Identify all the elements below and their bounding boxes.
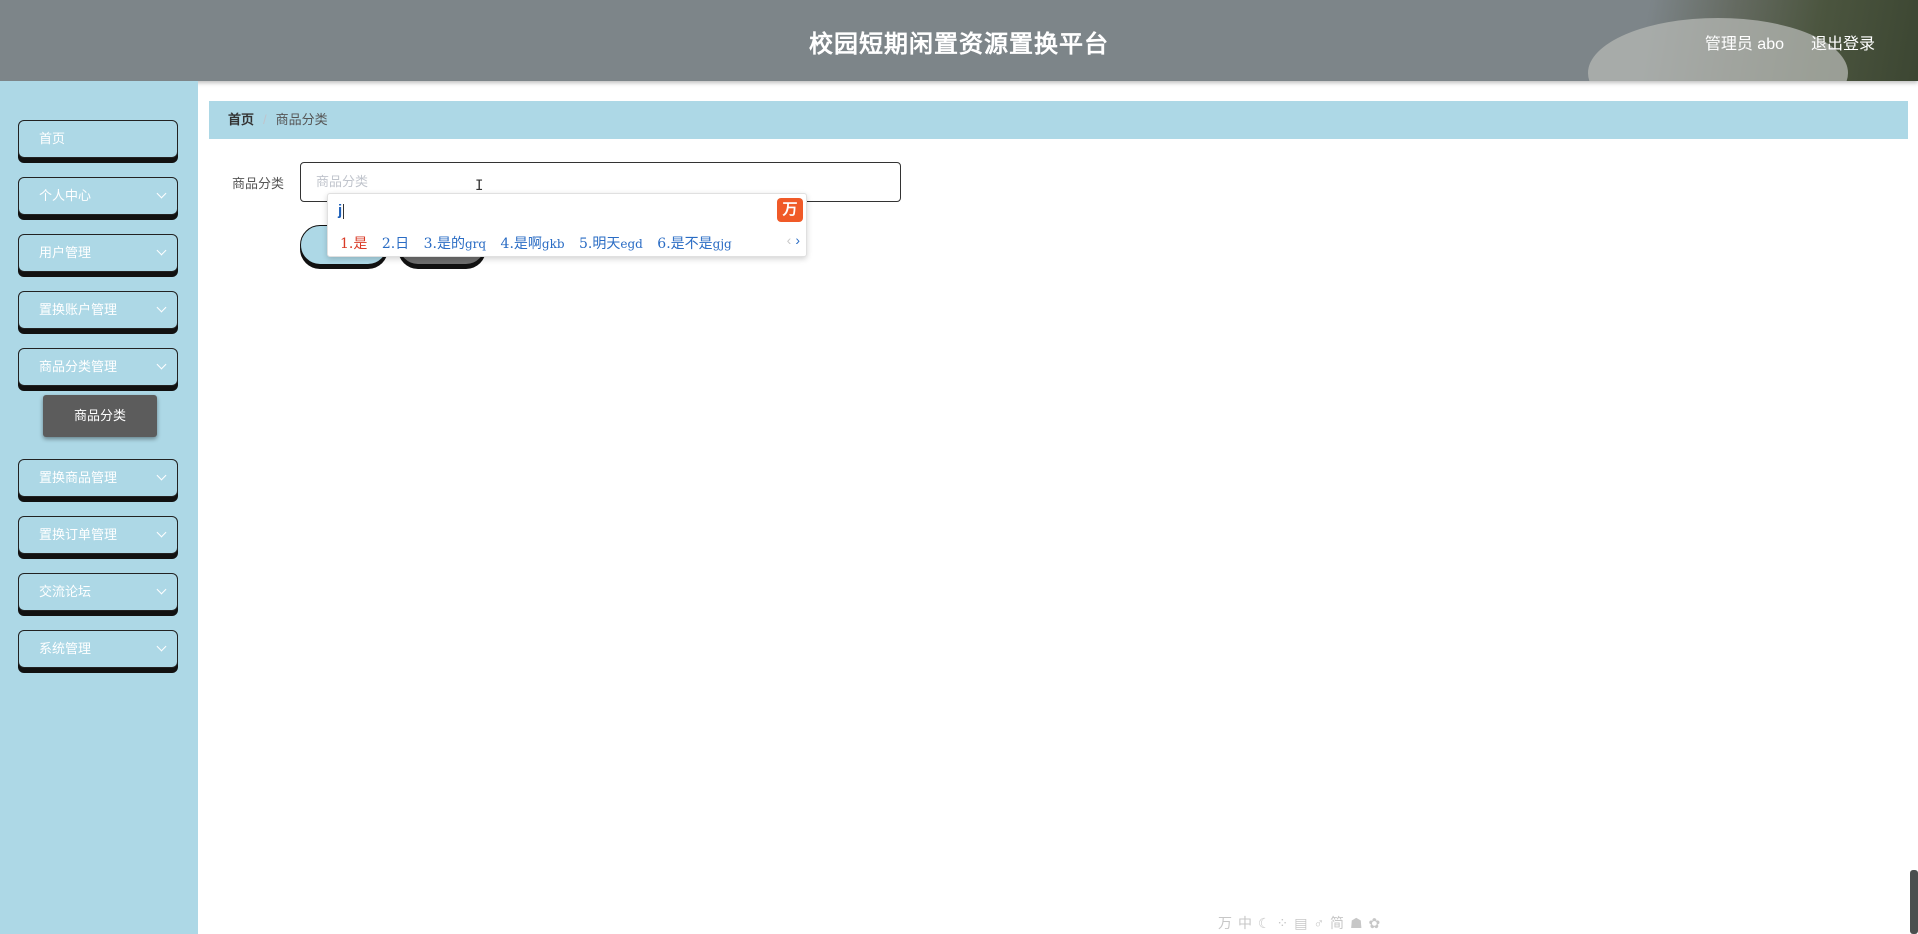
chevron-down-icon (156, 245, 167, 256)
sidebar-item-exchange-order-management[interactable]: 置换订单管理 (18, 516, 178, 554)
ime-candidate[interactable]: 3.是的grq (424, 236, 486, 252)
breadcrumb-home-link[interactable]: 首页 (228, 112, 254, 127)
sidebar-item-label: 置换账户管理 (39, 302, 118, 317)
chevron-down-icon (156, 641, 167, 652)
sidebar-item-home[interactable]: 首页 (18, 120, 178, 158)
sidebar-item-category-management[interactable]: 商品分类管理 (18, 348, 178, 386)
sidebar-item-system-management[interactable]: 系统管理 (18, 630, 178, 668)
ime-candidate[interactable]: 4.是啊gkb (501, 236, 565, 252)
sidebar-item-label: 置换订单管理 (39, 527, 118, 542)
chevron-down-icon (156, 302, 167, 313)
sidebar-item-user-management[interactable]: 用户管理 (18, 234, 178, 272)
sidebar-item-personal-center[interactable]: 个人中心 (18, 177, 178, 215)
breadcrumb-separator: / (263, 112, 267, 127)
sidebar-item-label: 个人中心 (39, 188, 92, 203)
ime-candidate-popup: j 万 1.是 2.日 3.是的grq 4.是啊gkb 5.明天egd 6.是不… (327, 193, 807, 257)
top-header: 校园短期闲置资源置换平台 管理员 abo 退出登录 (0, 0, 1918, 81)
text-cursor-icon: I (475, 178, 484, 194)
ime-composition-text: j (338, 202, 343, 219)
logout-button[interactable]: 退出登录 (1811, 30, 1875, 54)
sidebar: 首页 个人中心 用户管理 置换账户管理 商品分类管理 (0, 81, 198, 934)
ime-logo-icon: 万 (777, 198, 803, 222)
breadcrumb: 首页 / 商品分类 (209, 101, 1908, 139)
sidebar-item-label: 交流论坛 (39, 584, 92, 599)
chevron-down-icon (156, 584, 167, 595)
sidebar-item-label: 首页 (39, 131, 66, 146)
chevron-down-icon (156, 359, 167, 370)
scrollbar-thumb[interactable] (1910, 870, 1918, 934)
chevron-down-icon (156, 188, 167, 199)
category-field-label: 商品分类 (232, 176, 285, 191)
chevron-right-icon[interactable]: › (795, 232, 800, 248)
chevron-down-icon (156, 470, 167, 481)
ime-candidate[interactable]: 2.日 (382, 236, 409, 252)
ime-candidate[interactable]: 1.是 (340, 236, 367, 252)
sidebar-item-exchange-account-management[interactable]: 置换账户管理 (18, 291, 178, 329)
sidebar-subitem-category[interactable]: 商品分类 (43, 395, 157, 437)
ime-candidate-list: 1.是 2.日 3.是的grq 4.是啊gkb 5.明天egd 6.是不是gjg (340, 233, 742, 253)
chevron-down-icon (156, 527, 167, 538)
ime-status-bar[interactable]: 万中☾⁘▤♂简☗✿ (1218, 913, 1386, 933)
sidebar-item-exchange-goods-management[interactable]: 置换商品管理 (18, 459, 178, 497)
ime-candidate[interactable]: 6.是不是gjg (657, 236, 731, 252)
sidebar-item-label: 用户管理 (39, 245, 92, 260)
app-title: 校园短期闲置资源置换平台 (809, 31, 1109, 58)
current-user-label: 管理员 abo (1704, 36, 1784, 53)
breadcrumb-current: 商品分类 (275, 112, 328, 127)
sidebar-item-label: 置换商品管理 (39, 470, 118, 485)
ime-candidate[interactable]: 5.明天egd (579, 236, 643, 252)
chevron-left-icon[interactable]: ‹ (787, 232, 792, 248)
sidebar-item-forum[interactable]: 交流论坛 (18, 573, 178, 611)
sidebar-item-label: 系统管理 (39, 641, 92, 656)
sidebar-item-label: 商品分类管理 (39, 359, 118, 374)
